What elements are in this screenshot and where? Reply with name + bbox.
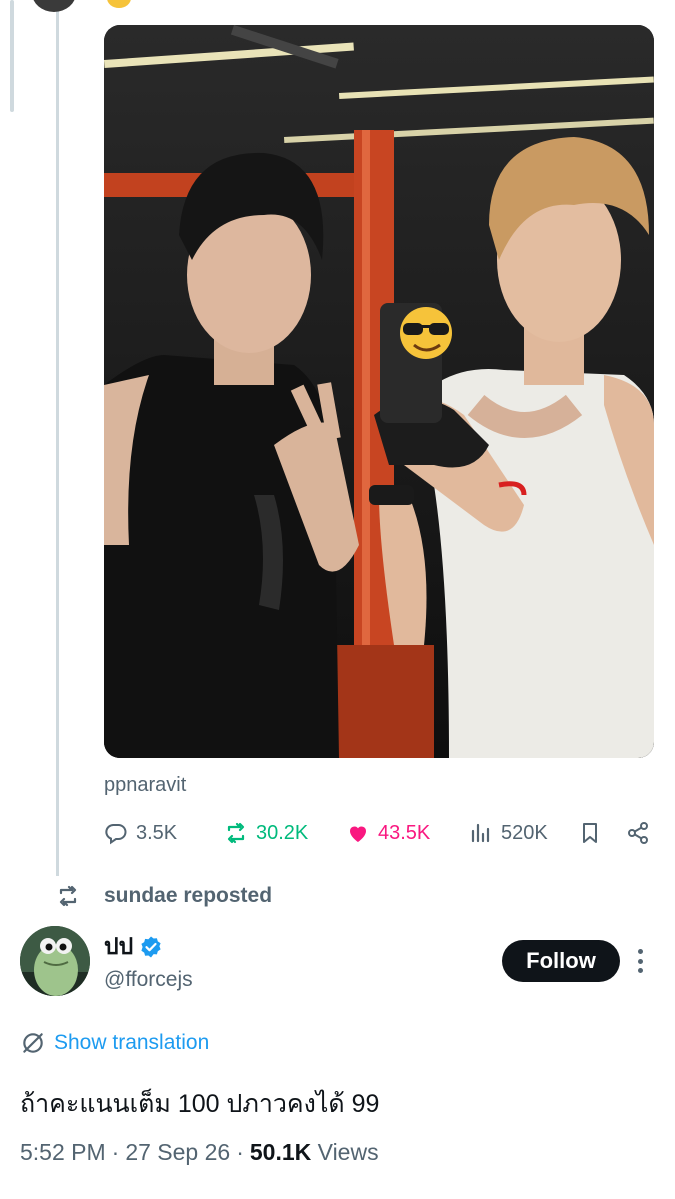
- post-photo[interactable]: [104, 25, 654, 758]
- previous-post-avatar[interactable]: [32, 0, 76, 12]
- emoji-icon: [107, 0, 131, 8]
- verified-badge-icon: [141, 936, 161, 958]
- analytics-icon: [471, 823, 490, 843]
- reply-count: 3.5K: [136, 821, 178, 844]
- author-name-row[interactable]: ปป: [104, 929, 163, 965]
- scroll-indicator[interactable]: [10, 0, 14, 112]
- show-translation-label[interactable]: Show translation: [54, 1031, 209, 1055]
- follow-button[interactable]: Follow: [502, 940, 620, 982]
- thread-line: [56, 0, 59, 876]
- heart-icon: [350, 826, 366, 842]
- views-label: Views: [317, 1139, 379, 1165]
- share-button[interactable]: [626, 817, 658, 849]
- author-handle[interactable]: @fforcejs: [104, 968, 193, 992]
- views-button[interactable]: 520K: [469, 817, 548, 849]
- post-text: ถ้าคะแนนเต็ม 100 ปภาวคงได้ 99: [20, 1090, 380, 1118]
- more-options-icon[interactable]: [630, 946, 650, 976]
- repost-count: 30.2K: [256, 821, 309, 844]
- translate-icon: [23, 1033, 43, 1053]
- repost-banner[interactable]: sundae reposted: [54, 884, 272, 908]
- reply-button[interactable]: 3.5K: [104, 817, 177, 849]
- like-button[interactable]: 43.5K: [346, 817, 430, 849]
- repost-icon: [59, 885, 77, 907]
- author-avatar[interactable]: [20, 926, 90, 996]
- share-icon: [628, 822, 648, 844]
- views-total[interactable]: 50.1K: [250, 1139, 311, 1165]
- meta-separator: ·: [111, 1139, 120, 1165]
- author-display-name[interactable]: ปป: [104, 929, 133, 965]
- media-caption: ppnaravit: [104, 774, 187, 796]
- post-date[interactable]: 27 Sep 26: [125, 1139, 230, 1165]
- repost-icon: [227, 822, 245, 844]
- post-time[interactable]: 5:52 PM: [20, 1139, 106, 1165]
- bookmark-icon: [583, 823, 597, 843]
- post-meta: 5:52 PM · 27 Sep 26 · 50.1K Views: [20, 1139, 379, 1166]
- bookmark-button[interactable]: [578, 817, 610, 849]
- show-translation-link[interactable]: Show translation: [20, 1030, 209, 1056]
- repost-button[interactable]: 30.2K: [224, 817, 308, 849]
- meta-separator: ·: [236, 1139, 244, 1165]
- repost-banner-text: sundae reposted: [104, 884, 273, 907]
- views-count: 520K: [501, 821, 548, 844]
- reply-icon: [105, 823, 127, 845]
- like-count: 43.5K: [378, 821, 431, 844]
